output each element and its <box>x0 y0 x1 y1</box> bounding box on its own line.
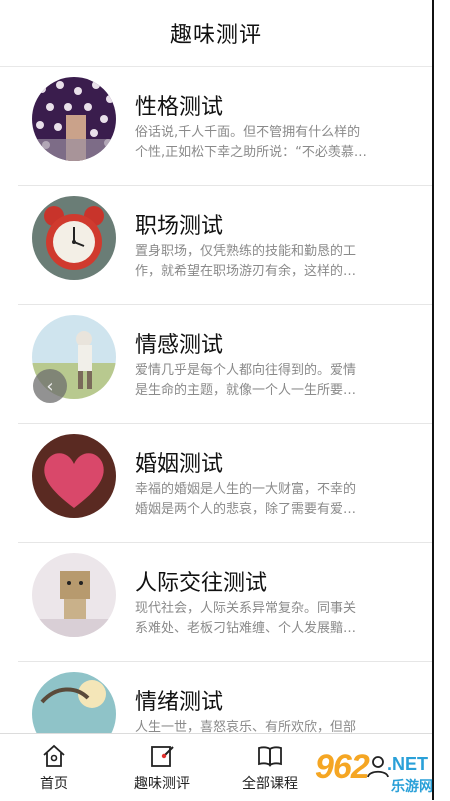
list-item-marriage[interactable]: 婚姻测试 幸福的婚姻是人生的一大财富，不幸的 婚姻是两个人的悲哀，除了需要有爱… <box>18 424 432 543</box>
home-icon <box>43 744 65 767</box>
list-item-workplace[interactable]: 职场测试 置身职场，仅凭熟练的技能和勤恳的工 作，就希望在职场游刃有余，这样的… <box>18 186 432 305</box>
book-icon <box>258 745 282 767</box>
list-item-social[interactable]: 人际交往测试 现代社会，人际关系异常复杂。同事关 系难处、老板刁钻难缠、个人发展黯… <box>18 543 432 662</box>
item-title: 性格测试 <box>135 95 224 120</box>
test-list[interactable]: 性格测试 俗话说,千人千面。但不管拥有什么样的 个性,正如松下幸之助所说：“不必羡… <box>18 67 432 733</box>
box-head-figure-image <box>32 553 116 637</box>
polka-dot-girl-image <box>32 77 116 161</box>
item-description: 置身职场，仅凭熟练的技能和勤恳的工 作，就希望在职场游刃有余，这样的… <box>135 244 357 279</box>
site-watermark-logo: 962 .NET 乐游网 <box>315 748 433 795</box>
item-description: 俗话说,千人千面。但不管拥有什么样的 个性,正如松下幸之助所说：“不必羡慕… <box>135 125 367 160</box>
tab-label: 全部课程 <box>242 775 298 792</box>
item-title: 情感测试 <box>135 333 224 358</box>
item-description: 爱情几乎是每个人都向往得到的。爱情 是生命的主题，就像一个人一生所要… <box>135 363 357 398</box>
tab-label: 首页 <box>40 775 68 792</box>
list-item-emotion[interactable]: 情感测试 爱情几乎是每个人都向往得到的。爱情 是生命的主题，就像一个人一生所要… <box>18 305 432 424</box>
list-item-personality[interactable]: 性格测试 俗话说,千人千面。但不管拥有什么样的 个性,正如松下幸之助所说：“不必羡… <box>18 67 432 186</box>
sky-figure-image <box>32 672 116 733</box>
chevron-left-icon: ‹ <box>46 375 54 397</box>
tab-all-courses[interactable]: 全部课程 <box>216 734 324 801</box>
tab-home[interactable]: 首页 <box>0 734 108 801</box>
alarm-clock-image <box>32 196 116 280</box>
screen-edge <box>432 0 434 800</box>
item-description: 幸福的婚姻是人生的一大财富，不幸的 婚姻是两个人的悲哀，除了需要有爱… <box>135 482 357 517</box>
item-title: 情绪测试 <box>135 690 224 715</box>
page-title: 趣味测评 <box>169 23 262 48</box>
edit-checklist-icon <box>151 745 174 767</box>
item-description: 人生一世，喜怒哀乐、有所欢欣，但部 <box>135 720 357 733</box>
item-description: 现代社会，人际关系异常复杂。同事关 系难处、老板刁钻难缠、个人发展黯… <box>135 601 357 636</box>
tab-label: 趣味测评 <box>134 775 190 792</box>
list-item-mood[interactable]: 情绪测试 人生一世，喜怒哀乐、有所欢欣，但部 <box>18 662 432 733</box>
back-arrow-button[interactable]: ‹ <box>33 369 67 403</box>
item-title: 婚姻测试 <box>135 452 224 477</box>
red-heart-image <box>32 434 116 518</box>
tab-fun-tests[interactable]: 趣味测评 <box>108 734 216 801</box>
top-bar: 趣味测评 <box>0 0 432 67</box>
item-title: 人际交往测试 <box>135 571 268 596</box>
item-title: 职场测试 <box>135 214 224 239</box>
